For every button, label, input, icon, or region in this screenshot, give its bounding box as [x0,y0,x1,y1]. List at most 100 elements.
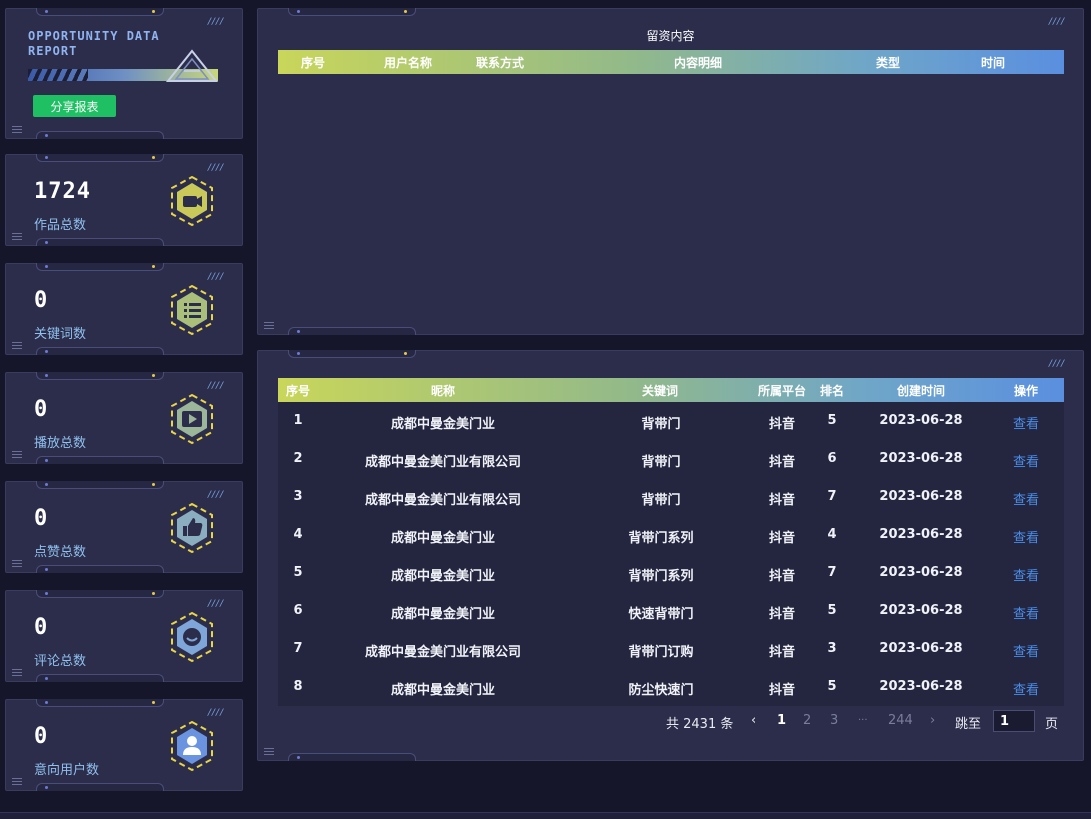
report-stripes-decoration [28,69,88,81]
stat-value: 0 [34,615,49,640]
cell-keyword: 背带门订购 [628,645,694,660]
prev-page-button[interactable]: ‹ [751,713,756,728]
panel-tab-decoration [288,753,416,761]
menu-icon[interactable] [12,778,22,785]
video-camera-icon [171,175,213,227]
triangle-logo-icon [165,49,219,82]
page-1-button[interactable]: 1 [777,713,786,728]
col-header[interactable]: 序号 [278,382,318,399]
col-header[interactable]: 时间 [968,54,1018,71]
col-header[interactable]: 序号 [288,54,338,71]
ticks-decoration: //// [207,272,224,282]
panel-tab-decoration [36,131,164,139]
view-link[interactable]: 查看 [1006,489,1046,508]
col-header[interactable]: 内容明细 [668,54,728,71]
cell-date: 2023-06-28 [879,603,963,618]
col-header[interactable]: 类型 [868,54,908,71]
cell-index: 6 [293,603,303,618]
cell-date: 2023-06-28 [879,489,963,504]
stat-panel-keywords: //// 0 关键词数 [5,263,243,355]
stat-panel-likes: //// 0 点赞总数 [5,481,243,573]
cell-rank: 7 [827,565,837,580]
play-icon [171,393,213,445]
cell-index: 7 [293,641,303,656]
pager-ellipsis[interactable]: ··· [858,715,868,726]
table-row: 5 成都中曼金美门业 背带门系列 抖音 7 2023-06-28 查看 [278,554,1064,592]
cell-index: 3 [293,489,303,504]
menu-icon[interactable] [12,451,22,458]
table-row: 2 成都中曼金美门业有限公司 背带门 抖音 6 2023-06-28 查看 [278,440,1064,478]
col-header[interactable]: 创建时间 [886,382,956,399]
leads-table-title: 留资内容 [646,29,695,43]
cell-platform: 抖音 [768,417,795,432]
last-page-button[interactable]: 244 [888,713,913,728]
view-link[interactable]: 查看 [1006,527,1046,546]
view-link[interactable]: 查看 [1006,641,1046,660]
stat-value: 1724 [34,179,91,204]
table-row: 1 成都中曼金美门业 背带门 抖音 5 2023-06-28 查看 [278,402,1064,440]
stat-label: 评论总数 [34,654,87,669]
cell-keyword: 背带门 [641,455,681,470]
menu-icon[interactable] [12,126,22,133]
thumbs-up-icon [171,502,213,554]
panel-tab-decoration [36,347,164,355]
stat-value: 0 [34,288,49,313]
cell-index: 2 [293,451,303,466]
menu-icon[interactable] [12,233,22,240]
cell-date: 2023-06-28 [879,565,963,580]
view-link[interactable]: 查看 [1006,603,1046,622]
view-link[interactable]: 查看 [1006,679,1046,698]
cell-rank: 6 [827,451,837,466]
cell-name: 成都中曼金美门业 [390,683,495,698]
view-link[interactable]: 查看 [1006,413,1046,432]
ranking-table-body: 1 成都中曼金美门业 背带门 抖音 5 2023-06-28 查看 2 成都中曼… [278,402,1064,706]
view-link[interactable]: 查看 [1006,451,1046,470]
ticks-decoration: //// [207,17,224,27]
table-row: 3 成都中曼金美门业有限公司 背带门 抖音 7 2023-06-28 查看 [278,478,1064,516]
comment-icon [171,611,213,663]
next-page-button[interactable]: › [930,713,935,728]
leads-panel: //// 留资内容 序号 用户名称 联系方式 内容明细 类型 时间 [257,8,1084,335]
panel-tab-decoration [36,456,164,464]
menu-icon[interactable] [264,748,274,755]
cell-rank: 5 [827,413,837,428]
view-link[interactable]: 查看 [1006,565,1046,584]
ticks-decoration: //// [207,381,224,391]
list-icon [171,284,213,336]
cell-platform: 抖音 [768,607,795,622]
stat-label: 播放总数 [34,436,87,451]
panel-tab-decoration [36,8,164,16]
menu-icon[interactable] [12,669,22,676]
share-report-button[interactable]: 分享报表 [33,95,116,117]
panel-tab-decoration [36,263,164,271]
page-3-button[interactable]: 3 [830,713,838,728]
cell-date: 2023-06-28 [879,527,963,542]
stat-panel-plays: //// 0 播放总数 [5,372,243,464]
col-header[interactable]: 操作 [1006,382,1046,399]
cell-rank: 5 [827,679,837,694]
panel-tab-decoration [288,350,416,358]
menu-icon[interactable] [12,560,22,567]
panel-tab-decoration [36,154,164,162]
page-2-button[interactable]: 2 [803,713,811,728]
col-header[interactable]: 联系方式 [470,54,530,71]
col-header[interactable]: 排名 [814,382,850,399]
col-header[interactable]: 所属平台 [752,382,812,399]
cell-platform: 抖音 [768,645,795,660]
menu-icon[interactable] [12,342,22,349]
col-header[interactable]: 昵称 [418,382,468,399]
ticks-decoration: //// [1048,359,1065,369]
col-header[interactable]: 用户名称 [378,54,438,71]
col-header[interactable]: 关键词 [630,382,690,399]
cell-name: 成都中曼金美门业有限公司 [364,493,521,508]
jump-page-input[interactable] [993,710,1035,732]
cell-name: 成都中曼金美门业有限公司 [364,455,521,470]
cell-keyword: 防尘快速门 [628,683,694,698]
cell-keyword: 背带门系列 [628,569,694,584]
stat-value: 0 [34,724,49,749]
report-title: OPPORTUNITY DATA REPORT [28,29,160,58]
table-row: 8 成都中曼金美门业 防尘快速门 抖音 5 2023-06-28 查看 [278,668,1064,706]
menu-icon[interactable] [264,322,274,329]
cell-name: 成都中曼金美门业 [390,607,495,622]
bottom-panel-edge [0,812,1091,819]
